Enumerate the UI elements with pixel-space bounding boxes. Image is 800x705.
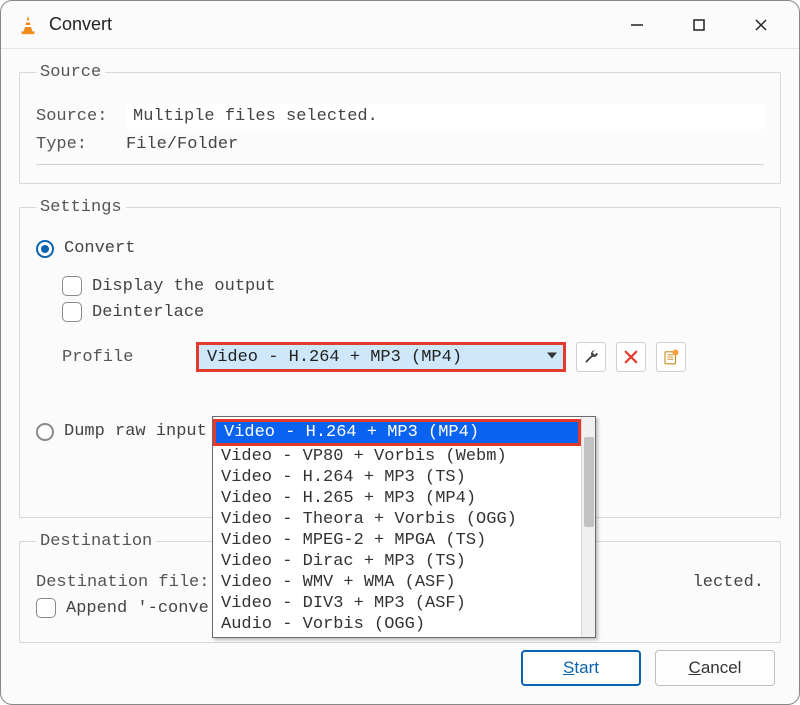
profile-option[interactable]: Video - WMV + WMA (ASF) xyxy=(213,572,581,593)
x-red-icon xyxy=(622,348,640,366)
minimize-button[interactable] xyxy=(617,8,657,42)
source-group: Source Source: Multiple files selected. … xyxy=(19,63,781,184)
convert-radio[interactable]: Convert xyxy=(36,239,135,258)
profile-label: Profile xyxy=(36,348,186,367)
display-output-checkbox[interactable]: Display the output xyxy=(62,276,276,296)
profile-option[interactable]: Audio - Vorbis (OGG) xyxy=(213,614,581,635)
checkbox-icon xyxy=(36,598,56,618)
profile-option[interactable]: Video - H.264 + MP3 (MP4) xyxy=(216,422,578,443)
radio-selected-icon xyxy=(36,240,54,258)
profile-dropdown-popup: Video - H.264 + MP3 (MP4) Video - VP80 + … xyxy=(212,416,596,638)
display-output-label: Display the output xyxy=(92,277,276,296)
destination-file-label: Destination file: xyxy=(36,573,216,592)
profile-row: Profile Video - H.264 + MP3 (MP4) xyxy=(36,342,764,372)
deinterlace-checkbox[interactable]: Deinterlace xyxy=(62,302,204,322)
type-label: Type: xyxy=(36,135,126,154)
profile-option[interactable]: Video - MPEG-2 + MPGA (TS) xyxy=(213,530,581,551)
titlebar: Convert xyxy=(1,1,799,49)
source-legend: Source xyxy=(36,63,105,82)
profile-option[interactable]: Video - H.265 + MP3 (MP4) xyxy=(213,488,581,509)
profile-option[interactable]: Video - DIV3 + MP3 (ASF) xyxy=(213,593,581,614)
scrollbar-thumb[interactable] xyxy=(584,437,594,527)
dropdown-scrollbar[interactable] xyxy=(581,417,595,637)
destination-legend: Destination xyxy=(36,532,156,551)
profile-option-highlighted: Video - H.264 + MP3 (MP4) xyxy=(213,419,581,446)
profile-option[interactable]: Video - VP80 + Vorbis (Webm) xyxy=(213,446,581,467)
profile-option[interactable]: Video - Dirac + MP3 (TS) xyxy=(213,551,581,572)
convert-radio-label: Convert xyxy=(64,239,135,258)
wrench-icon xyxy=(582,348,600,366)
delete-profile-button[interactable] xyxy=(616,342,646,372)
start-button[interactable]: Start xyxy=(521,650,641,686)
new-profile-icon xyxy=(662,348,680,366)
source-label: Source: xyxy=(36,107,126,126)
profile-selected-text: Video - H.264 + MP3 (MP4) xyxy=(207,348,462,367)
cancel-button[interactable]: Cancel xyxy=(655,650,775,686)
source-value: Multiple files selected. xyxy=(126,104,764,129)
profile-option-list: Video - H.264 + MP3 (MP4) Video - VP80 + … xyxy=(213,417,581,637)
window-buttons xyxy=(617,8,781,42)
chevron-down-icon xyxy=(547,348,557,367)
radio-unselected-icon xyxy=(36,423,54,441)
type-value: File/Folder xyxy=(126,135,764,154)
profile-option[interactable]: Video - Theora + Vorbis (OGG) xyxy=(213,509,581,530)
append-converted-label: Append '-conve xyxy=(66,599,209,618)
checkbox-icon xyxy=(62,302,82,322)
convert-window: Convert Source Source: Multiple files se… xyxy=(0,0,800,705)
close-button[interactable] xyxy=(741,8,781,42)
footer-buttons: Start Cancel xyxy=(521,650,775,686)
settings-legend: Settings xyxy=(36,198,126,217)
dump-raw-radio[interactable]: Dump raw input xyxy=(36,422,207,441)
window-title: Convert xyxy=(49,14,617,35)
vlc-cone-icon xyxy=(17,14,39,36)
destination-file-tail: lected. xyxy=(693,573,764,592)
new-profile-button[interactable] xyxy=(656,342,686,372)
append-converted-checkbox[interactable]: Append '-conve xyxy=(36,598,209,618)
dump-raw-label: Dump raw input xyxy=(64,422,207,441)
deinterlace-label: Deinterlace xyxy=(92,303,204,322)
divider xyxy=(36,164,764,165)
checkbox-icon xyxy=(62,276,82,296)
edit-profile-button[interactable] xyxy=(576,342,606,372)
profile-option[interactable]: Video - H.264 + MP3 (TS) xyxy=(213,467,581,488)
profile-combobox[interactable]: Video - H.264 + MP3 (MP4) xyxy=(196,342,566,372)
maximize-button[interactable] xyxy=(679,8,719,42)
